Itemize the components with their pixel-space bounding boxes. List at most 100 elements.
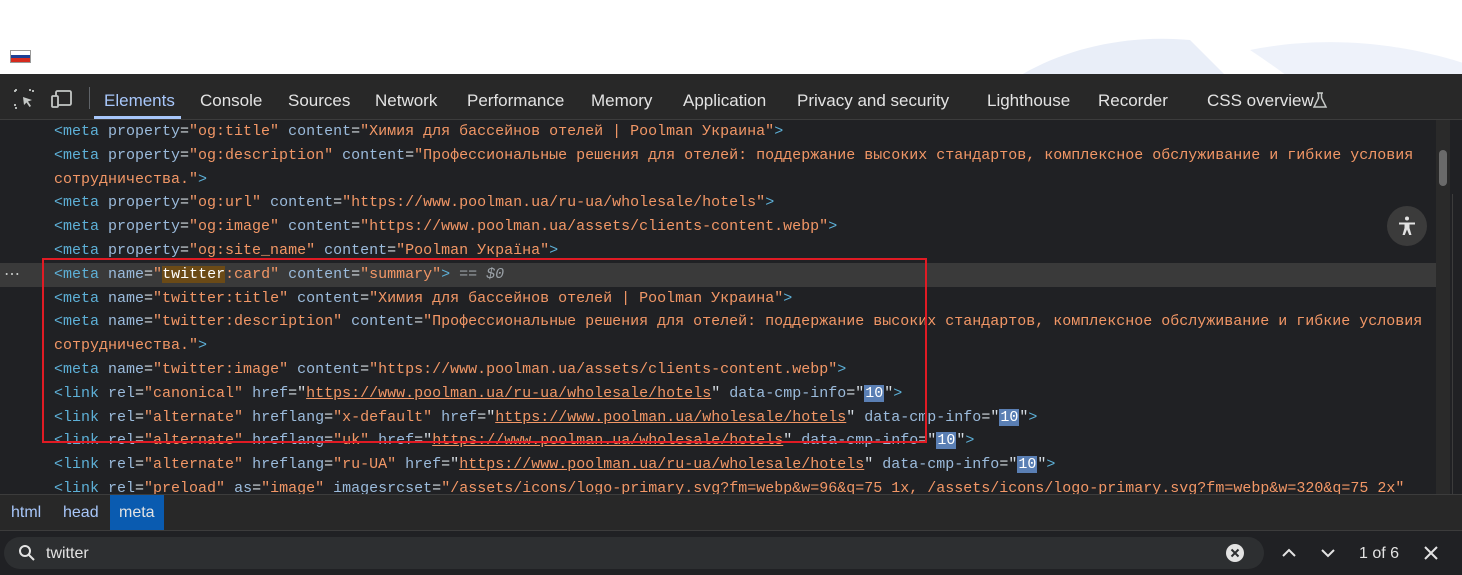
code-token: > — [549, 242, 559, 259]
code-token: = — [351, 123, 361, 140]
code-token: <meta — [54, 194, 109, 212]
code-token: <link — [54, 480, 109, 494]
breadcrumb-html[interactable]: html — [2, 495, 50, 530]
tab-console[interactable]: Console — [200, 91, 262, 111]
code-token: content — [270, 194, 334, 212]
code-token: "ru-UA" — [333, 456, 397, 474]
tab-memory[interactable]: Memory — [591, 91, 652, 111]
code-token: href — [405, 456, 442, 474]
code-token: property — [108, 194, 181, 212]
accessibility-icon — [1399, 216, 1415, 235]
code-token: "og:site_name" — [189, 242, 316, 259]
code-token: "alternate" — [144, 456, 244, 474]
code-token: = — [324, 456, 334, 474]
dom-tree-scrollbar[interactable] — [1436, 120, 1450, 494]
scrollbar-thumb[interactable] — [1439, 150, 1447, 186]
code-token: " — [1037, 456, 1047, 474]
search-box[interactable] — [4, 537, 1264, 569]
close-search-icon[interactable] — [1423, 545, 1439, 561]
code-token: "https://www.poolman.ua/ru-ua/wholesale/… — [342, 194, 766, 212]
code-token: "Химия для бассейнов отелей | Poolman Ук… — [360, 123, 775, 140]
dom-node-text: сотрудничества."> — [54, 168, 207, 192]
tab-css-overview[interactable]: CSS overview — [1207, 91, 1314, 111]
tab-lighthouse[interactable]: Lighthouse — [987, 91, 1070, 111]
dom-node-line[interactable]: сотрудничества."> — [0, 168, 1436, 192]
device-toggle-icon[interactable] — [50, 87, 74, 111]
code-token: <meta — [54, 146, 109, 164]
node-actions-menu[interactable]: ⋯ — [4, 263, 20, 287]
dom-node-text: <link rel="preload" as="image" imagesrcs… — [54, 477, 1404, 494]
code-token: <link — [54, 456, 109, 474]
dom-node-text: <meta property="og:image" content="https… — [54, 215, 837, 239]
dom-node-line[interactable]: <link rel="alternate" hreflang="ru-UA" h… — [0, 453, 1436, 477]
code-token: <meta — [54, 123, 109, 140]
dom-node-text: <link rel="alternate" hreflang="ru-UA" h… — [54, 453, 1055, 477]
code-token: сотрудничества." — [54, 170, 199, 188]
dom-node-line[interactable]: <meta property="og:url" content="https:/… — [0, 191, 1436, 215]
russian-flag-icon[interactable] — [10, 50, 31, 63]
breadcrumb: html head meta — [0, 494, 1462, 531]
code-token: content — [288, 123, 352, 140]
accessibility-button[interactable] — [1387, 206, 1427, 246]
code-token: "og:url" — [189, 194, 262, 212]
previous-match-icon[interactable] — [1280, 546, 1298, 560]
code-token: "Профессиональные решения для отелей: по… — [414, 146, 1414, 164]
code-token: property — [108, 146, 181, 164]
tab-performance[interactable]: Performance — [467, 91, 564, 111]
code-token: > — [965, 432, 975, 450]
code-token: as — [234, 480, 253, 494]
code-token: property — [108, 123, 181, 140]
tab-application[interactable]: Application — [683, 91, 766, 111]
code-token[interactable]: https://www.poolman.ua/ru-ua/wholesale/h… — [459, 456, 864, 473]
tab-recorder[interactable]: Recorder — [1098, 91, 1168, 111]
dom-node-line[interactable]: <meta property="og:description" content=… — [0, 144, 1436, 168]
tab-network[interactable]: Network — [375, 91, 437, 111]
code-token: data-cmp-info — [882, 456, 1000, 474]
annotation-highlight-box — [42, 258, 927, 443]
tab-privacy-and-security[interactable]: Privacy and security — [797, 91, 949, 111]
devtools-panel: Elements Console Sources Network Perform… — [0, 74, 1462, 575]
search-bar: 1 of 6 — [0, 530, 1462, 575]
breadcrumb-meta[interactable]: meta — [110, 495, 164, 530]
tab-sources[interactable]: Sources — [288, 91, 350, 111]
code-token: = — [333, 194, 343, 212]
code-token: = — [180, 146, 190, 164]
inspect-icon[interactable] — [12, 87, 36, 111]
code-token: = — [135, 480, 145, 494]
code-token: content — [288, 218, 352, 236]
code-token: content — [324, 242, 388, 259]
code-token: = — [405, 146, 415, 164]
web-page-area — [0, 0, 1462, 74]
code-token: = — [180, 242, 190, 259]
next-match-icon[interactable] — [1319, 546, 1337, 560]
code-token: " — [1019, 408, 1029, 426]
code-token: = — [432, 480, 442, 494]
code-token: " — [956, 432, 966, 450]
toolbar-divider — [89, 87, 90, 109]
dom-node-line[interactable]: <link rel="preload" as="image" imagesrcs… — [0, 477, 1436, 494]
code-token: property — [108, 242, 181, 259]
search-input[interactable] — [44, 541, 1198, 567]
breadcrumb-head[interactable]: head — [54, 495, 108, 530]
code-token: = — [180, 218, 190, 236]
code-token: <meta — [54, 218, 109, 236]
code-token: "og:image" — [189, 218, 280, 236]
code-token: > — [1046, 456, 1056, 474]
dom-node-line[interactable]: <meta property="og:image" content="https… — [0, 215, 1436, 239]
code-token: "og:title" — [189, 123, 280, 140]
clear-search-icon[interactable] — [1226, 544, 1244, 562]
tab-elements[interactable]: Elements — [104, 91, 175, 111]
code-token: "/assets/icons/logo-primary.svg?fm=webp&… — [441, 480, 1405, 494]
dom-node-line[interactable]: <meta property="og:title" content="Химия… — [0, 120, 1436, 144]
code-token: = — [351, 218, 361, 236]
code-token: property — [108, 218, 181, 236]
active-tab-indicator — [94, 116, 181, 119]
